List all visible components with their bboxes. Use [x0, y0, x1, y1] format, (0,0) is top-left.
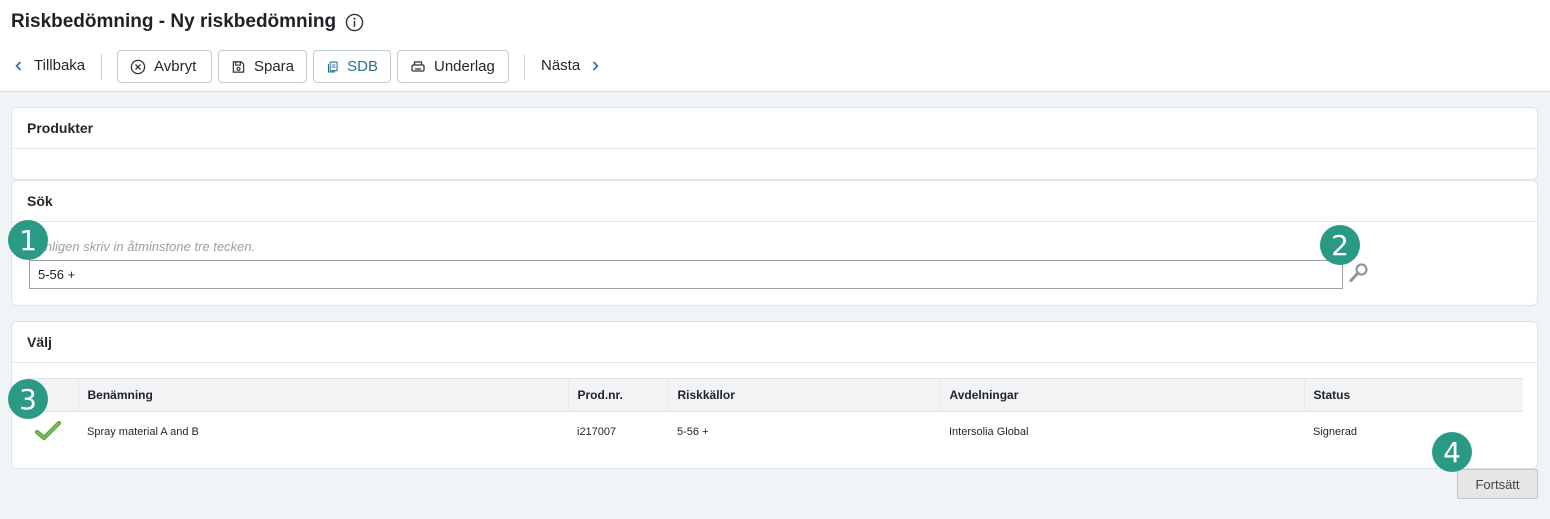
products-title: Produkter: [12, 108, 1537, 149]
toolbar: Tillbaka Avbryt Spara SDB Underlag Nästa: [0, 50, 1550, 84]
back-label: Tillbaka: [34, 57, 86, 74]
printer-icon: [411, 60, 425, 72]
cancel-label: Avbryt: [154, 58, 197, 75]
toolbar-divider: [524, 54, 525, 80]
column-header-riskkallor[interactable]: Riskkällor: [667, 378, 940, 412]
chevron-right-icon: [593, 60, 599, 71]
info-circle-icon[interactable]: [345, 13, 364, 32]
products-panel: Produkter: [11, 107, 1538, 180]
select-title: Välj: [12, 322, 1537, 363]
top-bar: Riskbedömning - Ny riskbedömning Tillbak…: [0, 0, 1550, 92]
row-name: Spray material A and B: [87, 426, 199, 439]
underlag-label: Underlag: [434, 58, 495, 75]
sdb-button[interactable]: SDB: [313, 50, 391, 83]
column-header-avdelningar[interactable]: Avdelningar: [939, 378, 1304, 412]
search-title: Sök: [12, 181, 1537, 222]
back-button[interactable]: Tillbaka: [12, 57, 85, 74]
search-input[interactable]: [29, 260, 1343, 289]
chevron-left-icon: [15, 60, 22, 71]
column-header-prodnr[interactable]: Prod.nr.: [567, 378, 668, 412]
table-row[interactable]: Spray material A and B i217007 5-56 + In…: [27, 412, 1523, 453]
cancel-button[interactable]: Avbryt: [117, 50, 212, 83]
toolbar-divider: [101, 54, 102, 80]
magnifier-search-icon[interactable]: [1347, 261, 1371, 285]
column-header-status[interactable]: Status: [1303, 378, 1523, 412]
select-panel: Välj Benämning Prod.nr. Riskkällor Avdel…: [11, 321, 1538, 469]
page-title: Riskbedömning - Ny riskbedömning: [11, 11, 364, 33]
row-prodnr: i217007: [577, 426, 617, 439]
save-button[interactable]: Spara: [218, 50, 307, 83]
next-button[interactable]: Nästa: [541, 57, 602, 74]
page-title-text: Riskbedömning - Ny riskbedömning: [11, 11, 337, 32]
underlag-button[interactable]: Underlag: [397, 50, 509, 83]
step-badge-4: 4: [1432, 432, 1472, 472]
step-badge-2: 2: [1320, 225, 1360, 265]
save-label: Spara: [253, 58, 294, 75]
step-badge-1: 1: [8, 220, 48, 260]
row-avdelningar: Intersolia Global: [949, 426, 1029, 439]
table-header-row: Benämning Prod.nr. Riskkällor Avdelninga…: [27, 378, 1523, 412]
row-status: Signerad: [1313, 426, 1358, 439]
continue-button[interactable]: Fortsätt: [1457, 469, 1538, 499]
checkmark-icon[interactable]: [34, 420, 62, 442]
floppy-disk-icon: [232, 60, 245, 73]
search-hint: Vänligen skriv in åtminstone tre tecken.: [29, 239, 256, 254]
row-riskkallor: 5-56 +: [677, 426, 709, 439]
next-label: Nästa: [541, 57, 581, 74]
column-header-name[interactable]: Benämning: [77, 378, 568, 412]
results-table: Benämning Prod.nr. Riskkällor Avdelninga…: [27, 378, 1523, 453]
close-circle-icon: [130, 59, 146, 74]
sdb-label: SDB: [347, 58, 378, 75]
step-badge-3: 3: [8, 379, 48, 419]
documents-icon: [327, 61, 338, 72]
search-panel: Sök Vänligen skriv in åtminstone tre tec…: [11, 180, 1538, 306]
